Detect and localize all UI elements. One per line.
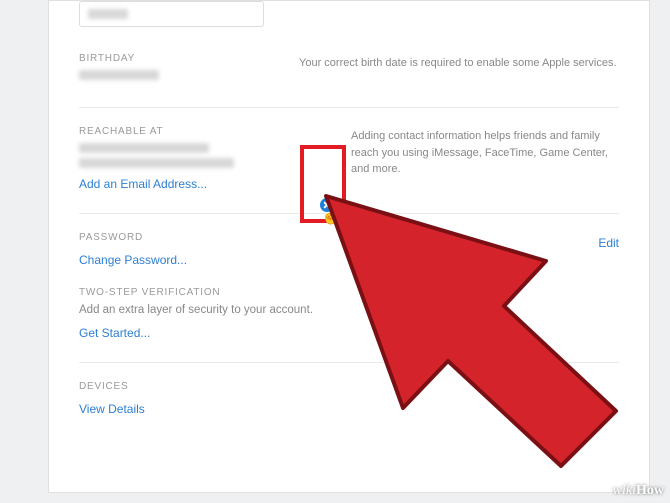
change-password-link[interactable]: Change Password... (79, 253, 187, 267)
two-step-desc: Add an extra layer of security to your a… (79, 304, 619, 316)
security-section: PASSWORD Change Password... SECURITY Cha… (79, 214, 619, 363)
wikihow-watermark: wikiHow (613, 483, 664, 499)
change-security-questions-link[interactable]: Change Qu (349, 253, 410, 267)
birthday-label: BIRTHDAY (79, 53, 299, 64)
remove-email-icon[interactable] (320, 198, 334, 212)
reachable-at-label: REACHABLE AT (79, 126, 299, 137)
birthday-help-text: Your correct birth date is required to e… (299, 53, 619, 85)
devices-label: DEVICES (79, 381, 619, 392)
reachable-help-text: Adding contact information helps friends… (299, 126, 619, 191)
view-devices-link[interactable]: View Details (79, 402, 145, 416)
security-questions-label: SECURITY (349, 232, 619, 243)
name-input-partial[interactable] (79, 1, 264, 27)
birthday-section: BIRTHDAY Your correct birth date is requ… (79, 35, 619, 108)
two-step-label: TWO-STEP VERIFICATION (79, 287, 619, 298)
reachable-at-section: REACHABLE AT Add an Email Address... Add… (79, 108, 619, 214)
birthday-value-redacted (79, 70, 159, 80)
add-email-link[interactable]: Add an Email Address... (79, 177, 207, 191)
edit-security-link[interactable]: Edit (598, 236, 619, 250)
reachable-email-2-redacted (79, 158, 234, 168)
reachable-email-1-redacted (79, 143, 209, 153)
password-label: PASSWORD (79, 232, 349, 243)
account-settings-panel: BIRTHDAY Your correct birth date is requ… (48, 0, 650, 493)
two-step-get-started-link[interactable]: Get Started... (79, 326, 150, 340)
devices-section: DEVICES View Details (79, 363, 619, 438)
